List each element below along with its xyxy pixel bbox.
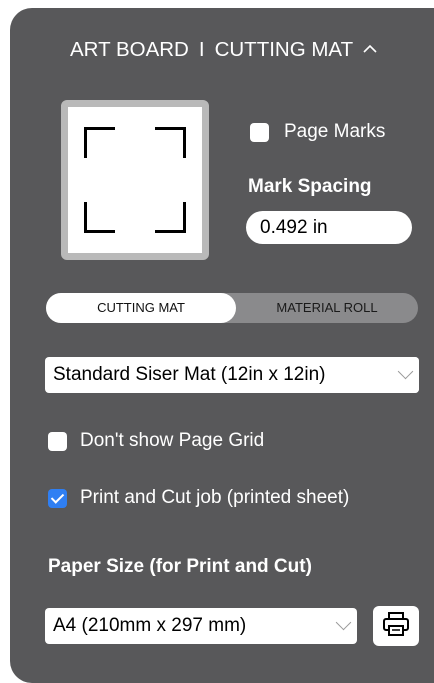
print-cut-option[interactable]: Print and Cut job (printed sheet)	[48, 487, 349, 509]
dont-show-grid-label: Don't show Page Grid	[80, 430, 265, 451]
cutting-mat-tab[interactable]: CUTTING MAT	[215, 38, 354, 62]
chevron-up-icon[interactable]	[363, 41, 377, 57]
chevron-down-icon	[335, 614, 352, 631]
corner-mark-bottom-right	[155, 202, 186, 233]
mode-segmented-control: CUTTING MAT MATERIAL ROLL	[46, 293, 418, 323]
print-cut-checkbox[interactable]	[48, 488, 67, 508]
mat-type-value: Standard Siser Mat (12in x 12in)	[53, 364, 326, 385]
page-marks-label: Page Marks	[284, 121, 386, 142]
cutting-mat-panel: ART BOARD I CUTTING MAT Page Marks Mark …	[10, 8, 434, 683]
cutting-mat-option[interactable]: CUTTING MAT	[46, 293, 236, 323]
paper-size-value: A4 (210mm x 297 mm)	[53, 615, 247, 636]
dont-show-grid-checkbox[interactable]	[48, 431, 67, 451]
printer-icon	[382, 611, 410, 642]
dont-show-grid-option[interactable]: Don't show Page Grid	[48, 430, 264, 452]
paper-size-select[interactable]: A4 (210mm x 297 mm)	[45, 608, 357, 644]
page-marks-checkbox[interactable]	[250, 122, 269, 142]
paper-size-label: Paper Size (for Print and Cut)	[48, 556, 312, 577]
mark-spacing-label: Mark Spacing	[248, 176, 372, 197]
panel-header[interactable]: ART BOARD I CUTTING MAT	[70, 38, 430, 62]
art-board-tab[interactable]: ART BOARD	[70, 38, 189, 62]
header-separator: I	[198, 38, 205, 61]
material-roll-option[interactable]: MATERIAL ROLL	[236, 293, 418, 323]
page-marks-option[interactable]: Page Marks	[250, 121, 385, 143]
print-cut-label: Print and Cut job (printed sheet)	[80, 487, 350, 508]
corner-mark-top-left	[84, 127, 115, 158]
registration-marks-preview	[61, 100, 209, 260]
corner-mark-top-right	[155, 127, 186, 158]
mat-type-select[interactable]: Standard Siser Mat (12in x 12in)	[45, 357, 419, 393]
mark-spacing-input[interactable]: 0.492 in	[246, 211, 412, 244]
print-button[interactable]	[373, 606, 419, 646]
corner-mark-bottom-left	[84, 202, 115, 233]
